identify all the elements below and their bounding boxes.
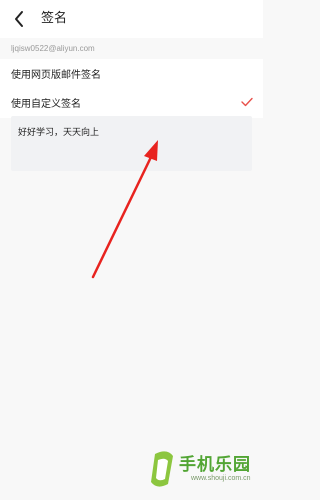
- watermark-url: www.shouji.com.cn: [191, 475, 251, 482]
- phone-logo-icon: [151, 451, 173, 487]
- watermark-logo: 手机乐园 www.shouji.com.cn: [145, 444, 257, 494]
- annotation-arrow-icon: [91, 140, 158, 279]
- watermark-name: 手机乐园: [179, 455, 251, 475]
